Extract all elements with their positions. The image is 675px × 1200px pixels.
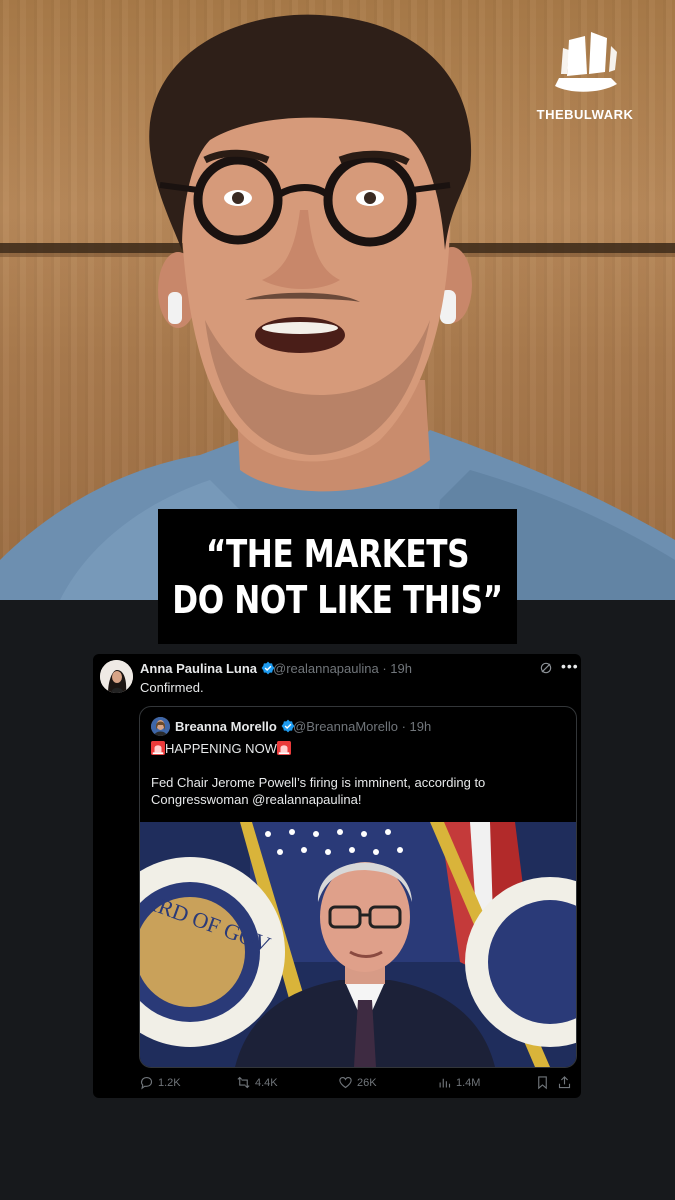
quote-author-handle[interactable]: @BreannaMorello · 19h [293, 719, 431, 734]
quote-headline: HAPPENING NOW [151, 741, 291, 756]
views-icon [439, 1078, 451, 1088]
reply-icon [140, 1076, 153, 1090]
quote-author-name-text: Breanna Morello [175, 719, 277, 734]
tweet-card[interactable]: Anna Paulina Luna @realannapaulina · 19h… [93, 654, 581, 1098]
views-count: 1.4M [456, 1076, 481, 1089]
caption-line-2: DO NOT LIKE THIS” [172, 577, 503, 622]
quote-headline-text: HAPPENING NOW [165, 741, 277, 756]
like-icon [339, 1076, 352, 1089]
tweet-action-bar: 1.2K 4.4K 26K 1.4M [139, 1075, 579, 1093]
logo-text: THEBULWARK [536, 107, 634, 122]
like-count: 26K [357, 1076, 377, 1089]
quote-body-text: Fed Chair Jerome Powell’s firing is immi… [151, 775, 486, 807]
like-button[interactable]: 26K [338, 1075, 377, 1090]
share-icon [558, 1076, 571, 1089]
quote-photo[interactable]: ARD OF GOV [140, 822, 576, 1067]
repost-icon [237, 1076, 250, 1089]
caption-line-1: “THE MARKETS [205, 531, 470, 576]
quote-author-avatar[interactable] [151, 717, 170, 736]
siren-icon [151, 741, 165, 755]
author-avatar[interactable] [100, 660, 133, 693]
ship-logo-icon [555, 32, 617, 92]
author-name-text: Anna Paulina Luna [140, 661, 258, 676]
repost-button[interactable]: 4.4K [236, 1075, 278, 1090]
repost-count: 4.4K [255, 1076, 278, 1089]
reply-count: 1.2K [158, 1076, 181, 1089]
share-button[interactable] [557, 1075, 572, 1090]
quote-caption: “THE MARKETS DO NOT LIKE THIS” [158, 509, 517, 644]
author-handle[interactable]: @realannapaulina · 19h [273, 661, 412, 676]
reply-button[interactable]: 1.2K [139, 1075, 181, 1090]
quoted-tweet[interactable]: Breanna Morello @BreannaMorello · 19h HA… [139, 706, 577, 1068]
bookmark-icon [538, 1076, 547, 1090]
siren-icon [276, 741, 291, 755]
more-icon[interactable]: ••• [561, 658, 579, 674]
bookmark-button[interactable] [535, 1075, 550, 1090]
bulwark-logo: THEBULWARK [535, 28, 635, 122]
views-button[interactable]: 1.4M [437, 1075, 480, 1090]
author-name[interactable]: Anna Paulina Luna [140, 661, 275, 676]
quote-author-name[interactable]: Breanna Morello [175, 719, 295, 734]
grok-icon[interactable] [539, 661, 553, 675]
tweet-text: Confirmed. [140, 680, 204, 695]
